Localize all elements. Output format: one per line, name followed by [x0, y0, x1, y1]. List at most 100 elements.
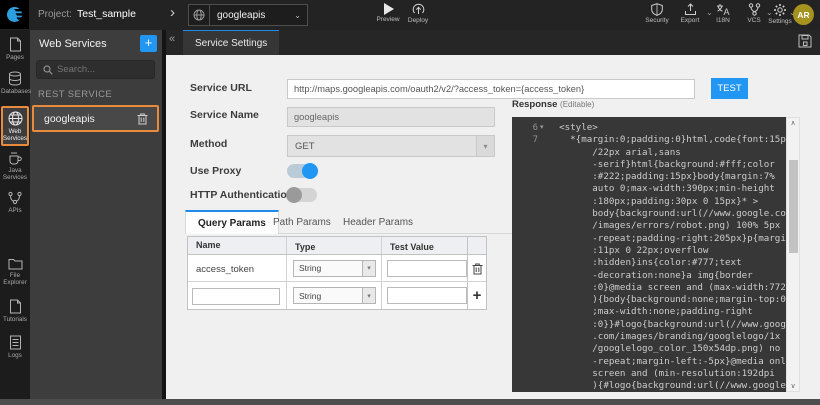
- http-auth-toggle[interactable]: [287, 188, 317, 202]
- branch-icon: [748, 3, 761, 16]
- query-params-table: Name Type Test Value access_token String…: [187, 236, 487, 310]
- http-auth-label: HTTP Authentication: [190, 189, 293, 201]
- response-code-editor[interactable]: 6 7 ▾ <style> *{margin:0;padding:0}html,…: [512, 117, 786, 392]
- shield-icon: [651, 3, 663, 16]
- toggle-knob: [286, 187, 302, 203]
- sidebar-item-databases[interactable]: Databases: [0, 71, 30, 95]
- search-icon: [43, 65, 53, 75]
- wavemaker-logo-icon: [6, 6, 23, 23]
- pages-icon: [9, 37, 22, 52]
- globe-icon: [189, 5, 210, 25]
- left-icon-rail: Pages Databases Web Services Java Servic…: [0, 29, 30, 405]
- sidebar-item-java-services[interactable]: Java Services: [0, 151, 30, 181]
- folder-icon: [8, 257, 23, 270]
- sidebar-item-logs[interactable]: Logs: [0, 335, 30, 359]
- chevron-down-icon: ⌄: [294, 11, 301, 20]
- export-icon: [684, 3, 697, 16]
- service-item-name: googleapis: [34, 113, 137, 125]
- export-button[interactable]: Export: [673, 3, 707, 24]
- service-list-item-googleapis[interactable]: googleapis: [32, 105, 159, 132]
- param-tabs: Query Params Path Params Header Params: [185, 210, 515, 234]
- response-editable-suffix: (Editable): [560, 100, 594, 109]
- chevron-down-icon: ▾: [362, 288, 375, 303]
- tab-header-params[interactable]: Header Params: [331, 210, 425, 234]
- test-button[interactable]: TEST: [711, 78, 748, 99]
- service-selector-dropdown[interactable]: googleapis ⌄: [188, 4, 308, 26]
- scroll-down-icon[interactable]: ∨: [787, 382, 799, 390]
- new-param-test-value-input[interactable]: [387, 287, 467, 304]
- security-button[interactable]: Security: [640, 3, 674, 24]
- deploy-button[interactable]: Deploy: [401, 3, 435, 24]
- scroll-up-icon[interactable]: ∧: [787, 119, 799, 127]
- svg-text:A: A: [724, 7, 730, 16]
- add-param-button[interactable]: +: [467, 282, 486, 309]
- param-type-select[interactable]: String▾: [293, 260, 376, 277]
- tab-service-settings[interactable]: Service Settings: [183, 29, 279, 55]
- panel-title: Web Services: [39, 38, 107, 50]
- code-fold-icon[interactable]: ▾: [540, 123, 544, 131]
- response-label: Response (Editable): [512, 99, 594, 110]
- plus-icon: +: [473, 287, 482, 304]
- chevron-down-icon: ▾: [362, 261, 375, 276]
- add-service-button[interactable]: +: [140, 35, 157, 52]
- sidebar-item-tutorials[interactable]: Tutorials: [0, 299, 30, 323]
- deploy-cloud-up-icon: [412, 3, 425, 16]
- database-icon: [8, 71, 22, 86]
- column-header-type: Type: [286, 237, 381, 254]
- new-param-name-input[interactable]: [192, 288, 280, 305]
- tutorial-page-icon: [9, 299, 22, 314]
- rest-service-section-label: REST SERVICE: [38, 89, 112, 100]
- collapse-panel-icon[interactable]: «: [169, 33, 175, 45]
- project-label: Project:: [38, 9, 72, 20]
- service-url-input[interactable]: [287, 79, 695, 99]
- translate-icon: A: [716, 3, 730, 16]
- method-value: GET: [288, 141, 476, 152]
- table-new-row: String▾ +: [188, 282, 486, 309]
- sidebar-item-web-services[interactable]: Web Services: [1, 106, 29, 146]
- method-select[interactable]: GET ▾: [287, 135, 495, 157]
- use-proxy-toggle[interactable]: [287, 164, 317, 178]
- toggle-knob: [302, 163, 318, 179]
- table-row: access_token String▾: [188, 255, 486, 282]
- trash-icon: [472, 262, 483, 275]
- service-name-input[interactable]: [287, 107, 495, 127]
- new-param-type-select[interactable]: String▾: [293, 287, 376, 304]
- sidebar-item-apis[interactable]: APIs: [0, 191, 30, 214]
- service-url-label: Service URL: [190, 82, 252, 94]
- gear-icon: [773, 3, 787, 17]
- editor-code-text[interactable]: <style> *{margin:0;padding:0}html,code{f…: [548, 122, 782, 392]
- service-selector-value: googleapis: [210, 10, 294, 21]
- param-name-value: access_token: [188, 264, 254, 275]
- service-settings-content: Service URL TEST Service Name Method GET…: [166, 55, 820, 399]
- top-bar: Project: Test_sample › googleapis ⌄ Prev…: [0, 0, 820, 30]
- delete-param-button[interactable]: [467, 255, 486, 281]
- column-header-test-value: Test Value: [381, 237, 467, 254]
- play-icon: [383, 3, 394, 15]
- sidebar-item-file-explorer[interactable]: File Explorer: [0, 257, 30, 286]
- globe-icon: [8, 111, 23, 126]
- param-test-value-input[interactable]: [387, 260, 467, 277]
- main-tab-bar: « Service Settings: [166, 29, 820, 55]
- method-label: Method: [190, 138, 227, 150]
- app-logo[interactable]: [0, 0, 29, 29]
- scrollbar-thumb[interactable]: [789, 160, 798, 253]
- coffee-cup-icon: [8, 151, 22, 165]
- project-name: Test_sample: [77, 8, 136, 20]
- search-box[interactable]: [36, 60, 155, 79]
- search-input[interactable]: [57, 64, 145, 75]
- sidebar-item-pages[interactable]: Pages: [0, 37, 30, 61]
- window-bottom-edge: [0, 399, 820, 405]
- i18n-button[interactable]: A I18N: [706, 3, 740, 24]
- editor-scrollbar[interactable]: ∧ ∨: [786, 117, 800, 392]
- panel-divider: [162, 29, 166, 399]
- api-nodes-icon: [8, 191, 22, 205]
- avatar[interactable]: AR: [793, 4, 814, 25]
- preview-button[interactable]: Preview: [371, 3, 405, 23]
- table-header-row: Name Type Test Value: [188, 237, 486, 255]
- service-name-label: Service Name: [190, 109, 259, 121]
- save-icon[interactable]: [798, 34, 812, 48]
- breadcrumb-chevron-icon: ›: [170, 4, 175, 21]
- chevron-down-icon: ▾: [476, 136, 494, 156]
- trash-icon[interactable]: [137, 112, 148, 125]
- column-header-name: Name: [188, 237, 286, 254]
